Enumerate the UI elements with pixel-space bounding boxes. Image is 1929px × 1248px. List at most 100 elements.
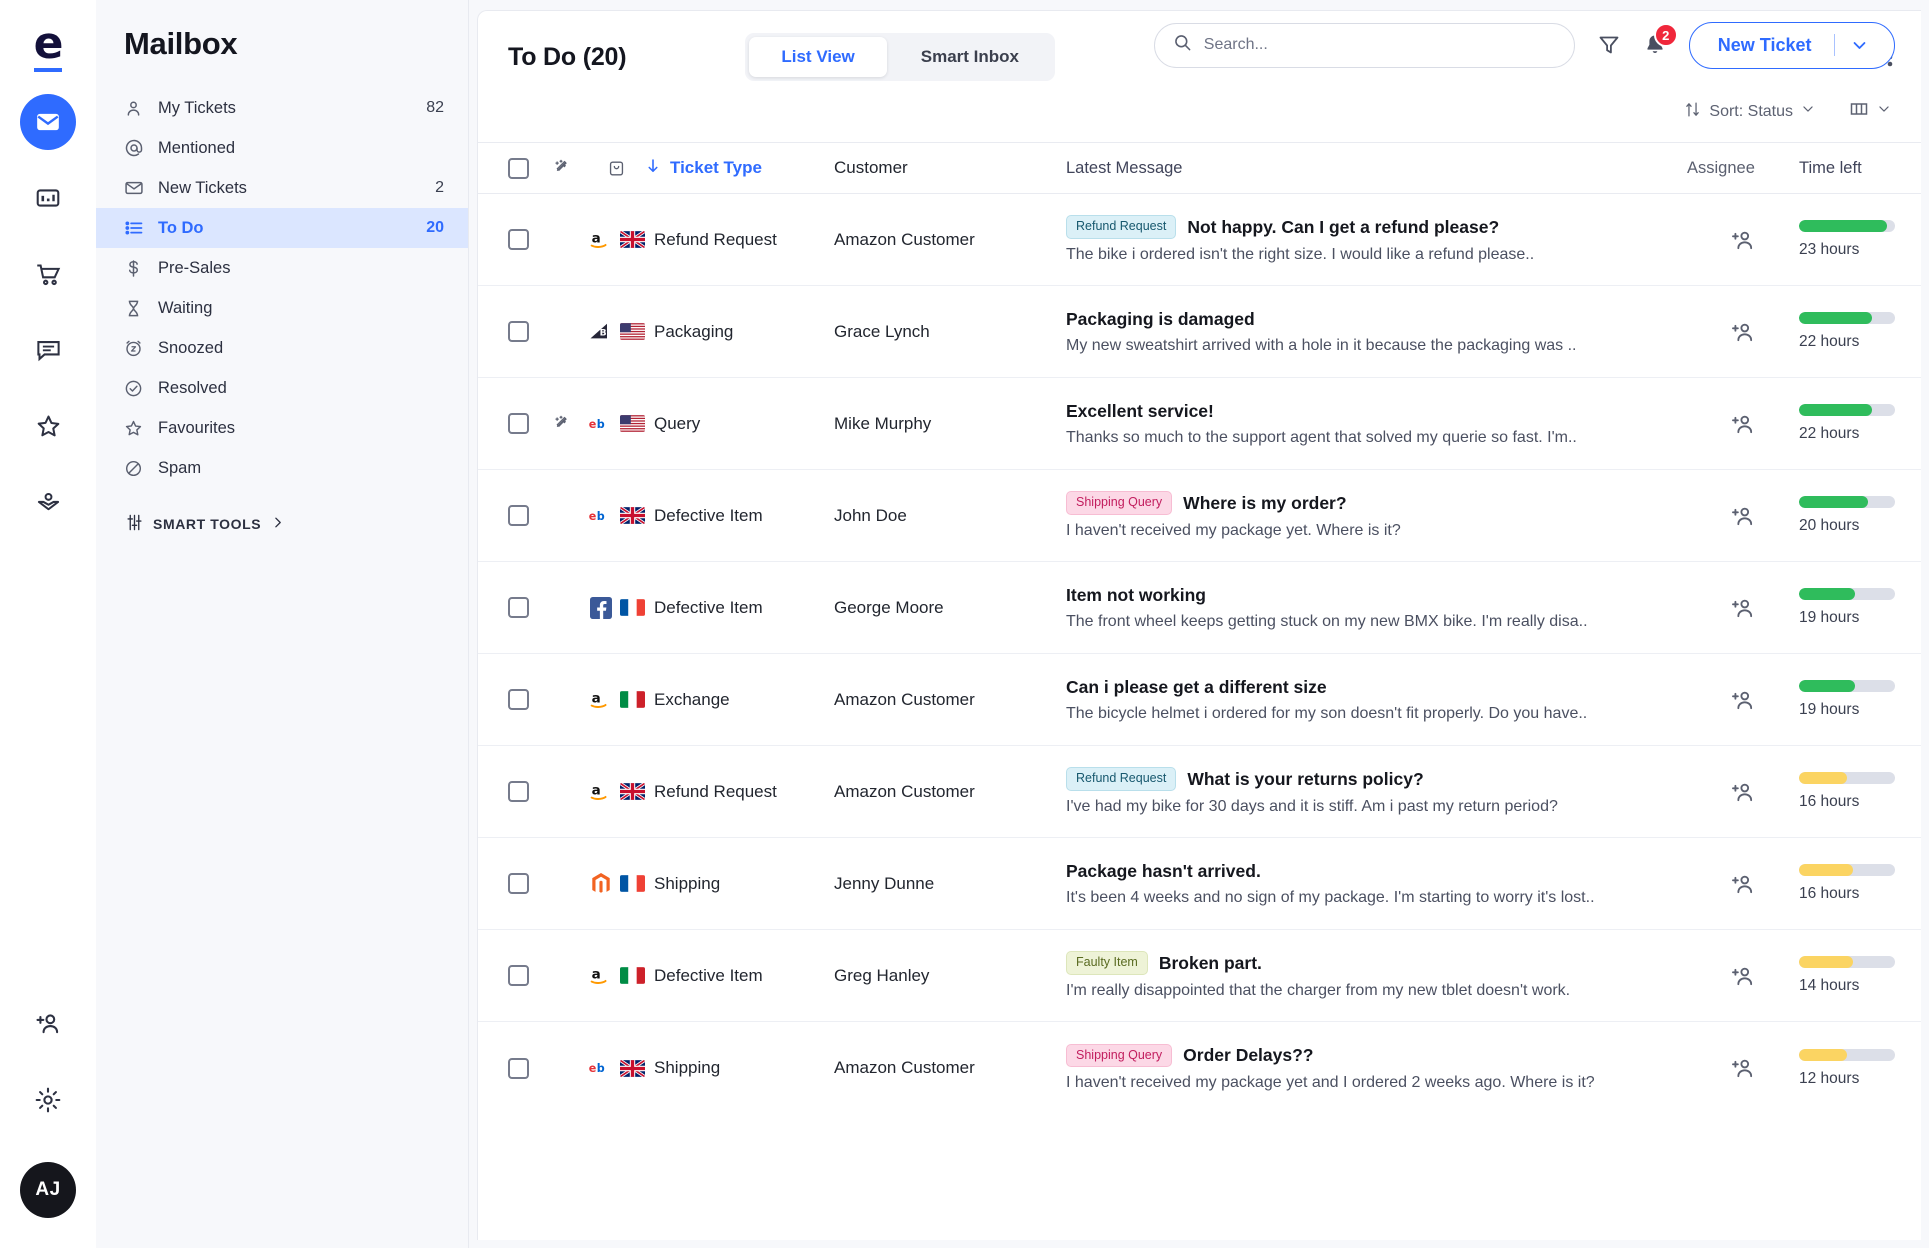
table-row[interactable]: B Packaging Grace Lynch Packaging is dam…	[478, 286, 1921, 378]
row-assignee[interactable]	[1687, 962, 1799, 990]
row-assignee[interactable]	[1687, 594, 1799, 622]
message-preview: I haven't received my package yet. Where…	[1066, 521, 1401, 539]
table-row[interactable]: a Exchange Amazon Customer Can i please …	[478, 654, 1921, 746]
checkbox-box[interactable]	[507, 413, 529, 434]
amazon-icon: a	[588, 229, 615, 251]
table-row[interactable]: eb Query Mike Murphy Excellent service! …	[478, 378, 1921, 470]
checkbox-box[interactable]	[507, 1057, 529, 1079]
avatar[interactable]: AJ	[20, 1162, 76, 1218]
row-assignee[interactable]	[1687, 502, 1799, 530]
sidebar-item-snoozed[interactable]: Snoozed	[96, 328, 468, 368]
star-icon	[37, 415, 59, 436]
person-icon	[124, 99, 150, 118]
sidebar-item-mentioned[interactable]: Mentioned	[96, 128, 468, 168]
checkbox-box[interactable]	[507, 965, 529, 986]
row-assignee[interactable]	[1687, 686, 1799, 714]
chevron-down-icon[interactable]	[1851, 37, 1888, 54]
checkbox-box[interactable]	[507, 229, 529, 250]
column-header-assignee[interactable]: Assignee	[1687, 159, 1799, 178]
bell-icon[interactable]: 2	[1643, 23, 1678, 57]
sidebar-item-waiting[interactable]: Waiting	[96, 288, 468, 328]
table-row[interactable]: eb Shipping Amazon Customer Shipping Que…	[478, 1022, 1921, 1114]
page-title: Mailbox	[124, 26, 238, 61]
sidebar-item-favourites[interactable]: Favourites	[96, 408, 468, 448]
row-latest-message: Faulty Item Broken part. I'm really disa…	[1066, 951, 1687, 1000]
table-row[interactable]: eb Defective Item John Doe Shipping Quer…	[478, 470, 1921, 562]
rail-item-chat[interactable]	[20, 322, 76, 378]
row-assignee[interactable]	[1687, 410, 1799, 438]
filter-icon[interactable]	[1597, 33, 1621, 57]
sort-control[interactable]: Sort: Status	[1684, 101, 1815, 123]
checkbox-box[interactable]	[507, 781, 529, 802]
checkbox-box[interactable]	[507, 321, 529, 342]
row-checkbox[interactable]	[478, 965, 536, 986]
row-checkbox[interactable]	[478, 597, 536, 618]
row-checkbox[interactable]	[478, 505, 536, 526]
row-assignee[interactable]	[1687, 318, 1799, 346]
rail-item-knowledge[interactable]	[20, 474, 76, 530]
message-preview: Thanks so much to the support agent that…	[1066, 428, 1577, 446]
table-row[interactable]: Defective Item George Moore Item not wor…	[478, 562, 1921, 654]
column-header-latest-message[interactable]: Latest Message	[1066, 159, 1687, 178]
row-ticket-type: Packaging	[654, 321, 734, 341]
rail-item-mailbox[interactable]	[20, 94, 76, 150]
row-checkbox[interactable]	[478, 413, 536, 434]
checkbox-box[interactable]	[507, 689, 529, 710]
sidebar-item-to-do[interactable]: To Do 20	[96, 208, 468, 248]
gear-icon	[35, 1087, 61, 1113]
row-assignee[interactable]	[1687, 226, 1799, 254]
sidebar-item-label: Snoozed	[158, 338, 224, 357]
add-person-icon	[1732, 875, 1753, 893]
add-person-icon	[1732, 599, 1753, 617]
row-checkbox[interactable]	[478, 781, 536, 802]
checkbox-box[interactable]	[507, 597, 529, 618]
sidebar-item-spam[interactable]: Spam	[96, 448, 468, 488]
new-ticket-button[interactable]: New Ticket	[1688, 21, 1895, 69]
row-checkbox[interactable]	[478, 321, 536, 342]
rail-item-reviews[interactable]	[20, 398, 76, 454]
columns-control[interactable]	[1849, 99, 1891, 124]
table-row[interactable]: Shipping Jenny Dunne Package hasn't arri…	[478, 838, 1921, 930]
table-row[interactable]: a Refund Request Amazon Customer Refund …	[478, 746, 1921, 838]
rail-item-reports[interactable]	[20, 170, 76, 226]
row-checkbox[interactable]	[478, 1057, 536, 1079]
row-assignee[interactable]	[1687, 778, 1799, 806]
time-left-label: 20 hours	[1799, 517, 1860, 534]
rail-item-settings[interactable]	[20, 1072, 76, 1128]
smart-tools-label: SMART TOOLS	[153, 516, 262, 532]
row-assignee[interactable]	[1687, 870, 1799, 898]
rail-item-invite-user[interactable]	[20, 996, 76, 1052]
message-subject: Where is my order?	[1183, 492, 1347, 513]
table-row[interactable]: a Refund Request Amazon Customer Refund …	[478, 194, 1921, 286]
checkbox-box[interactable]	[507, 873, 529, 894]
chevron-down-icon	[1877, 102, 1891, 121]
checkbox-box[interactable]	[507, 505, 529, 526]
envelope-icon	[37, 113, 59, 131]
wand-column-icon	[536, 159, 588, 177]
sidebar-item-my-tickets[interactable]: My Tickets 82	[96, 88, 468, 128]
sidebar-item-new-tickets[interactable]: New Tickets 2	[96, 168, 468, 208]
row-latest-message: Shipping Query Order Delays?? I haven't …	[1066, 1043, 1687, 1093]
svg-text:b: b	[596, 509, 604, 522]
search-input[interactable]	[1203, 36, 1556, 54]
row-assignee[interactable]	[1687, 1054, 1799, 1082]
row-checkbox[interactable]	[478, 229, 536, 250]
rail-item-orders[interactable]	[20, 246, 76, 302]
search-box[interactable]	[1153, 22, 1575, 68]
column-header-customer[interactable]: Customer	[834, 158, 1066, 178]
time-left-label: 19 hours	[1799, 701, 1860, 718]
row-checkbox[interactable]	[478, 689, 536, 710]
sidebar-item-resolved[interactable]: Resolved	[96, 368, 468, 408]
sidebar-item-pre-sales[interactable]: Pre-Sales	[96, 248, 468, 288]
row-customer: Greg Hanley	[834, 965, 930, 985]
column-header-time-left[interactable]: Time left	[1799, 159, 1921, 178]
row-wand-cell[interactable]	[536, 415, 588, 433]
row-checkbox[interactable]	[478, 873, 536, 894]
message-preview: I haven't received my package yet and I …	[1066, 1074, 1595, 1092]
smart-tools-section[interactable]: SMART TOOLS	[96, 488, 468, 534]
column-header-ticket-type[interactable]: Ticket Type	[644, 157, 834, 180]
table-row[interactable]: a Defective Item Greg Hanley Faulty Item…	[478, 930, 1921, 1022]
select-all-checkbox[interactable]	[478, 157, 536, 179]
row-time-left: 12 hours	[1799, 1048, 1921, 1088]
table-body: a Refund Request Amazon Customer Refund …	[478, 194, 1921, 1114]
